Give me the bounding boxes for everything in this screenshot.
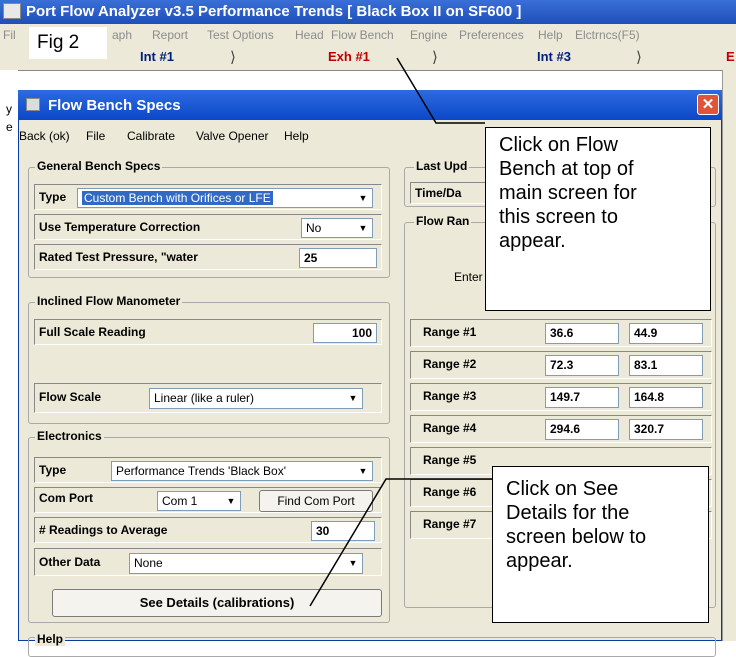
leader-line-see-details: [309, 478, 492, 607]
leader-line-flow-bench: [396, 57, 485, 124]
callout-leader-lines: [309, 57, 492, 607]
